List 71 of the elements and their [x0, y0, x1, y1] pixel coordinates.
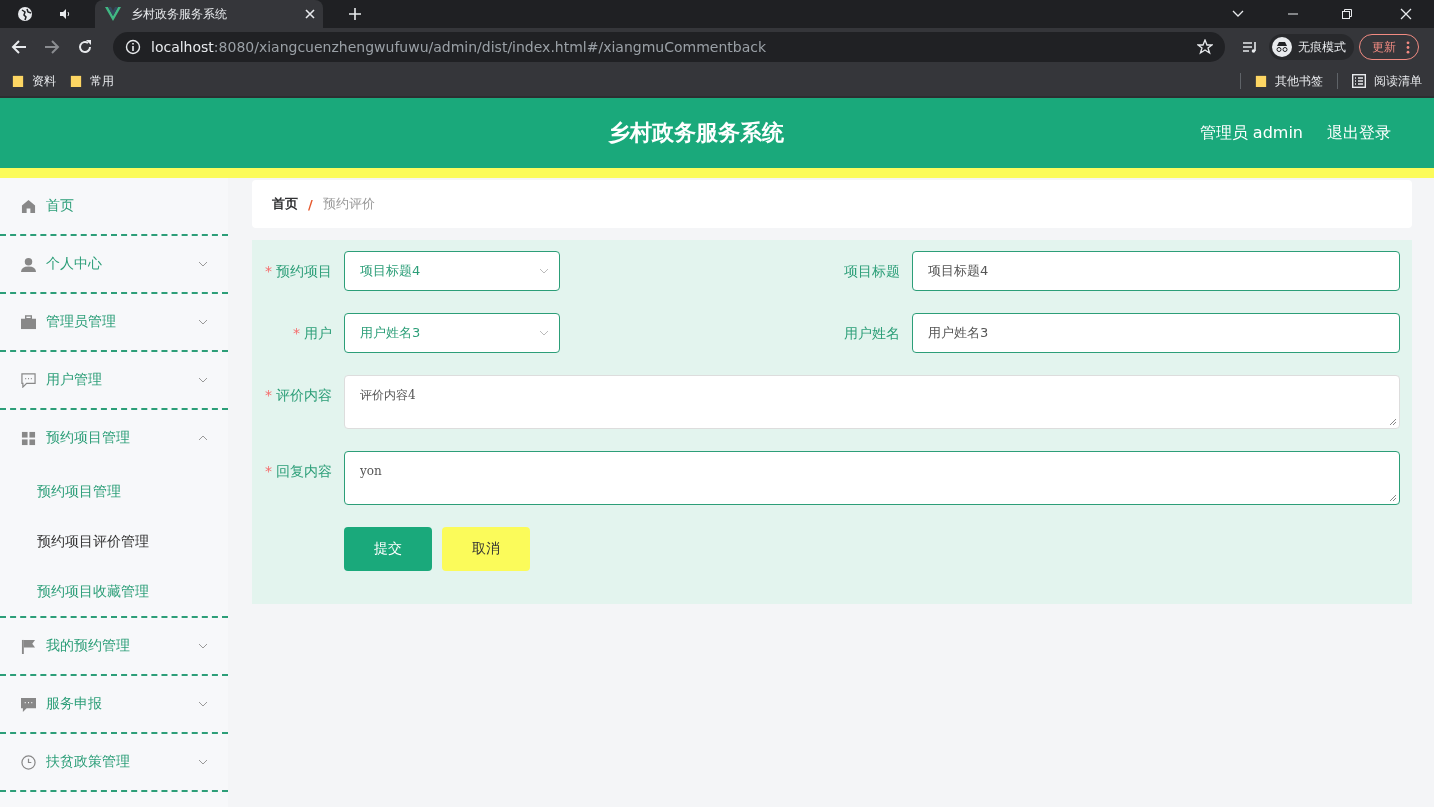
- field-label: * 用户: [292, 324, 332, 343]
- forward-icon[interactable]: [44, 39, 60, 55]
- submit-button[interactable]: 提交: [344, 527, 432, 571]
- site-title: 乡村政务服务系统: [607, 119, 784, 147]
- close-icon[interactable]: [305, 9, 315, 19]
- info-icon: [125, 39, 141, 55]
- text-area[interactable]: yon: [344, 451, 1400, 505]
- sidebar-item[interactable]: 首页: [0, 178, 228, 234]
- sidebar-item[interactable]: 服务申报: [0, 676, 228, 732]
- speaker-icon[interactable]: [59, 8, 71, 20]
- case-icon: [21, 314, 36, 330]
- breadcrumb-link[interactable]: 首页: [272, 195, 298, 213]
- close-icon[interactable]: [1400, 8, 1412, 20]
- star-icon[interactable]: [1197, 39, 1213, 55]
- field-label: * 评价内容: [264, 386, 332, 405]
- resize-handle-icon[interactable]: [1389, 418, 1397, 426]
- text-area[interactable]: 评价内容4: [344, 375, 1400, 429]
- user-label: 管理员 admin: [1199, 122, 1303, 144]
- input-field[interactable]: 项目标题4: [912, 251, 1400, 291]
- bookmark-item[interactable]: 资料: [12, 72, 56, 90]
- playlist-icon[interactable]: [1242, 39, 1258, 55]
- logout-link[interactable]: 退出登录: [1327, 122, 1391, 144]
- select-field[interactable]: 用户姓名3: [344, 313, 560, 353]
- field-label: * 回复内容: [264, 462, 332, 481]
- chevron-down-icon: [539, 328, 549, 338]
- reload-icon[interactable]: [77, 39, 93, 55]
- field-label: * 预约项目: [264, 262, 332, 281]
- cancel-button[interactable]: 取消: [442, 527, 530, 571]
- field-label: 项目标题: [843, 262, 900, 281]
- tab-title: 乡村政务服务系统: [131, 5, 228, 23]
- sidebar-item[interactable]: 预约项目管理: [0, 410, 228, 466]
- input-field[interactable]: 用户姓名3: [912, 313, 1400, 353]
- bookmark-item[interactable]: 其他书签: [1255, 72, 1323, 90]
- folder-icon: [12, 75, 24, 87]
- sidebar-item[interactable]: 个人中心: [0, 236, 228, 292]
- sidebar-item[interactable]: 我的预约管理: [0, 618, 228, 674]
- breadcrumb-separator: /: [308, 196, 313, 212]
- incognito-icon: [1272, 37, 1292, 57]
- incognito-badge[interactable]: 无痕模式: [1269, 34, 1354, 60]
- person-icon: [21, 256, 36, 272]
- clock-icon: [21, 754, 36, 770]
- bookmark-item[interactable]: 阅读清单: [1352, 72, 1422, 90]
- globe-icon[interactable]: [17, 6, 33, 22]
- message-icon: [21, 696, 36, 712]
- sidebar-item[interactable]: 用户管理: [0, 352, 228, 408]
- chevron-down-icon: [539, 266, 549, 276]
- browser-tab[interactable]: 乡村政务服务系统: [95, 0, 323, 28]
- back-icon[interactable]: [11, 39, 27, 55]
- breadcrumb-link[interactable]: 预约评价: [322, 195, 375, 213]
- submenu-item[interactable]: 预约项目管理: [0, 466, 228, 516]
- url-text: localhost:8080/xiangcuenzhengwufuwu/admin/dist/index.html#/xiangmuCommentback: [151, 39, 767, 55]
- sidebar-item[interactable]: 扶贫政策管理: [0, 734, 228, 790]
- flag-icon: [21, 638, 36, 654]
- folder-icon: [1255, 75, 1267, 87]
- submenu-item[interactable]: 预约项目收藏管理: [0, 566, 228, 616]
- more-icon: [1406, 40, 1410, 54]
- vue-logo-icon: [105, 6, 121, 22]
- chat-icon: [21, 372, 36, 388]
- address-bar[interactable]: localhost:8080/xiangcuenzhengwufuwu/admin/dist/index.html#/xiangmuCommentback: [113, 32, 1225, 62]
- resize-handle-icon[interactable]: [1389, 494, 1397, 502]
- list-icon: [1352, 74, 1366, 88]
- select-field[interactable]: 项目标题4: [344, 251, 560, 291]
- home-icon: [21, 198, 36, 214]
- grid-icon: [21, 430, 36, 446]
- restore-icon[interactable]: [1342, 9, 1352, 19]
- bookmark-item[interactable]: 常用: [70, 72, 114, 90]
- new-tab-icon[interactable]: [349, 8, 361, 20]
- submenu-item[interactable]: 预约项目评价管理: [0, 516, 228, 566]
- folder-icon: [70, 75, 82, 87]
- sidebar-item[interactable]: 管理员管理: [0, 294, 228, 350]
- field-label: 用户姓名: [843, 324, 900, 343]
